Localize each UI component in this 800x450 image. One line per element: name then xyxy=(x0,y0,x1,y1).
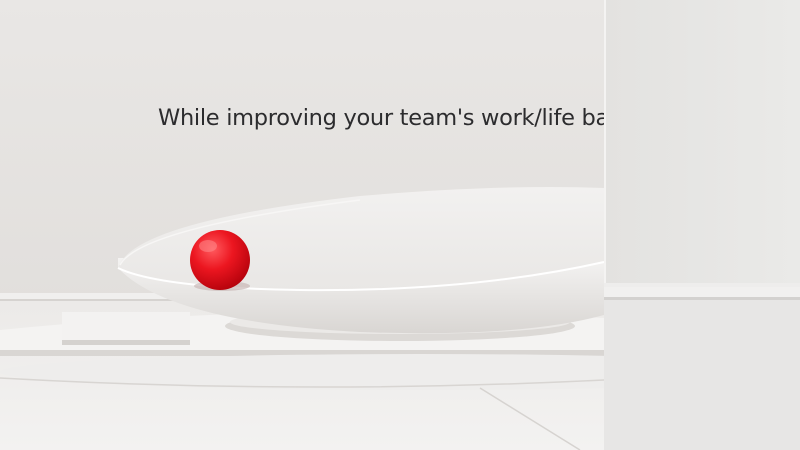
caption-text: While improving your team's work/life ba… xyxy=(158,105,604,131)
video-frame: While improving your team's work/life ba… xyxy=(0,0,800,450)
transition-panel xyxy=(604,0,800,450)
